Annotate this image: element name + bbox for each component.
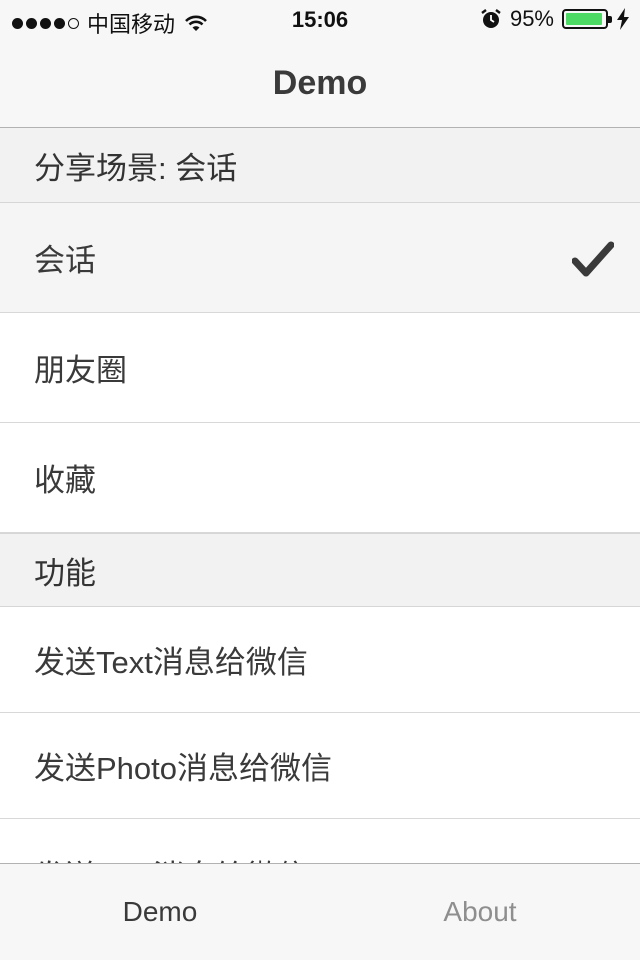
cell-label: 发送Link消息给微信 (34, 851, 308, 863)
alarm-clock-icon (481, 9, 501, 28)
tab-demo[interactable]: Demo (0, 864, 320, 960)
cell-label: 收藏 (34, 463, 96, 498)
section-header-share-scene: 分享场景: 会话 (0, 128, 640, 203)
scene-option-timeline[interactable]: 朋友圈 (0, 313, 640, 423)
section-header-functions: 功能 (0, 533, 640, 607)
checkmark-icon (572, 241, 614, 277)
battery-tip (608, 16, 612, 23)
battery-percent: 95% (509, 6, 554, 31)
status-bar-right: 95% (480, 6, 630, 32)
scene-option-session[interactable]: 会话 (0, 203, 640, 313)
cell-label: 朋友圈 (34, 353, 127, 388)
send-photo-message-cell[interactable]: 发送Photo消息给微信 (0, 713, 640, 819)
send-link-message-cell[interactable]: 发送Link消息给微信 (0, 819, 640, 863)
scene-option-favorites[interactable]: 收藏 (0, 423, 640, 533)
battery-fill (566, 13, 603, 25)
cell-label: 会话 (34, 243, 96, 278)
cell-label: 发送Text消息给微信 (34, 645, 308, 680)
send-text-message-cell[interactable]: 发送Text消息给微信 (0, 607, 640, 713)
status-bar: 中国移动 15:06 95% (0, 0, 640, 40)
table-view[interactable]: 分享场景: 会话 会话 朋友圈 收藏 功能 发送Text消息给微信 发送Phot… (0, 128, 640, 863)
cell-label: 发送Photo消息给微信 (34, 751, 333, 786)
tab-about[interactable]: About (320, 864, 640, 960)
navigation-bar: Demo (0, 40, 640, 128)
battery-icon (562, 9, 612, 29)
tab-bar: Demo About (0, 863, 640, 960)
charging-bolt-icon (617, 8, 629, 30)
page-title: Demo (272, 64, 368, 102)
